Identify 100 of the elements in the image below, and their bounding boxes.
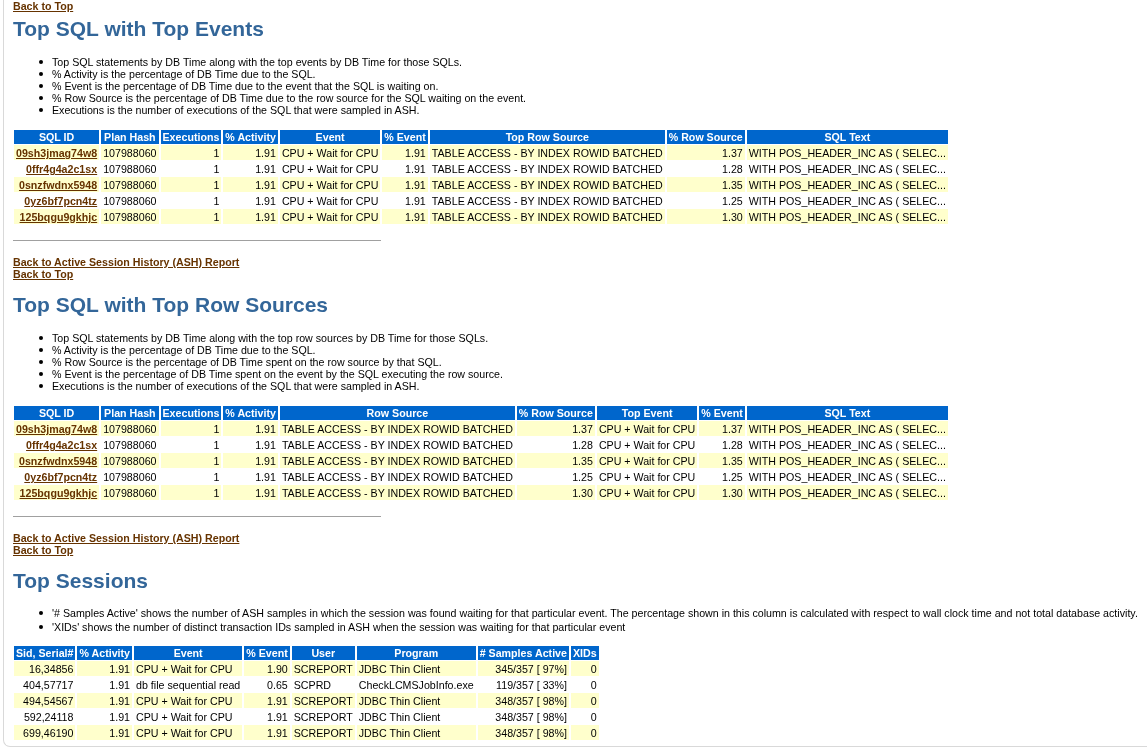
note-text: 'XIDs' shows the number of distinct transaction IDs sampled in ASH when the session was waiting for that particular event xyxy=(52,621,626,633)
section-title: Top SQL with Top Row Sources xyxy=(13,292,328,318)
nav-link[interactable]: Back to Top xyxy=(13,268,74,280)
table-cell: 1.37 xyxy=(666,145,745,160)
bullet-icon xyxy=(39,72,43,76)
column-header: XIDs xyxy=(571,646,599,660)
table-cell: 1.30 xyxy=(699,485,745,500)
bullet-icon xyxy=(39,384,43,388)
table-cell: 1.30 xyxy=(666,209,745,224)
table-cell: 1.91 xyxy=(244,693,290,708)
table-cell: JDBC Thin Client xyxy=(356,725,476,740)
table-cell: TABLE ACCESS - BY INDEX ROWID BATCHED xyxy=(429,177,665,192)
sql-id-link[interactable]: 0ffr4g4a2c1sx xyxy=(26,163,98,175)
column-header: Executions xyxy=(160,130,222,144)
note-text: Executions is the number of executions of the SQL that were sampled in ASH. xyxy=(52,104,420,116)
bullet-icon xyxy=(39,96,43,100)
table-cell: 1.91 xyxy=(382,209,428,224)
table-cell: 0 xyxy=(571,693,599,708)
column-header: % Row Source xyxy=(516,406,595,420)
sql-id-link[interactable]: 09sh3jmag74w8 xyxy=(16,147,98,159)
sql-id-link[interactable]: 0yz6bf7pcn4tz xyxy=(24,195,98,207)
table-cell: 1 xyxy=(160,453,222,468)
table-cell: 1.91 xyxy=(223,421,278,436)
table-cell: TABLE ACCESS - BY INDEX ROWID BATCHED xyxy=(429,209,665,224)
table-cell: 107988060 xyxy=(101,177,159,192)
bullet-icon xyxy=(39,372,43,376)
column-header: Plan Hash xyxy=(101,406,159,420)
sql-id-link[interactable]: 0snzfwdnx5948 xyxy=(18,179,98,191)
column-header: Top Event xyxy=(596,406,698,420)
table-cell: 1.91 xyxy=(223,145,278,160)
nav-link[interactable]: Back to Active Session History (ASH) Report xyxy=(13,532,240,544)
column-header: Sid, Serial# xyxy=(14,646,76,660)
bullet-icon xyxy=(39,84,43,88)
table-cell: SCREPORT xyxy=(291,661,355,676)
sql-id-link[interactable]: 0ffr4g4a2c1sx xyxy=(26,439,98,451)
table-cell: 1 xyxy=(160,485,222,500)
table-cell: 1 xyxy=(160,145,222,160)
note-text: Top SQL statements by DB Time along with the top row sources by DB Time for those SQLs. xyxy=(52,332,489,344)
table-cell: 107988060 xyxy=(101,453,159,468)
table-cell: 16,34856 xyxy=(14,661,76,676)
note-text: % Row Source is the percentage of DB Time spent on the row source by that SQL. xyxy=(52,356,442,368)
nav-link[interactable]: Back to Active Session History (ASH) Report xyxy=(13,256,240,268)
bullet-icon xyxy=(39,625,43,629)
table-cell: WITH POS_HEADER_INC AS ( SELEC... xyxy=(746,421,948,436)
section-title: Top SQL with Top Events xyxy=(13,16,264,42)
column-header: Program xyxy=(356,646,476,660)
table-cell: 699,46190 xyxy=(14,725,76,740)
sql-id-link[interactable]: 0yz6bf7pcn4tz xyxy=(24,471,98,483)
column-header: % Event xyxy=(244,646,290,660)
bullet-icon xyxy=(39,360,43,364)
table-cell: 1.91 xyxy=(382,177,428,192)
table-cell: CPU + Wait for CPU xyxy=(279,209,381,224)
column-header: SQL ID xyxy=(14,130,100,144)
note-text: % Row Source is the percentage of DB Time due to the row source for the SQL waiting on the event. xyxy=(52,92,527,104)
column-header: % Event xyxy=(382,130,428,144)
sql-id-link[interactable]: 125bqgu9gkhjc xyxy=(19,487,98,499)
table-cell: 1.35 xyxy=(666,177,745,192)
column-header: Top Row Source xyxy=(429,130,665,144)
table-cell: TABLE ACCESS - BY INDEX ROWID BATCHED xyxy=(279,485,515,500)
table-cell: WITH POS_HEADER_INC AS ( SELEC... xyxy=(746,453,948,468)
note-text: Executions is the number of executions of the SQL that were sampled in ASH. xyxy=(52,380,420,392)
table-cell: JDBC Thin Client xyxy=(356,661,476,676)
table-cell: 1.91 xyxy=(382,145,428,160)
table-cell: 1.90 xyxy=(244,661,290,676)
table-cell: 0 xyxy=(571,661,599,676)
table-cell: 494,54567 xyxy=(14,693,76,708)
table-cell: 1.37 xyxy=(699,421,745,436)
note-text: % Activity is the percentage of DB Time due to the SQL. xyxy=(52,68,316,80)
table-cell: SCREPORT xyxy=(291,725,355,740)
note-text: '# Samples Active' shows the number of ASH samples in which the session was found waiting for that particular event. The percentage shown in this column is calculated with respect to wall clock time and not total database activity. xyxy=(52,607,1138,619)
table-cell: 1.91 xyxy=(77,693,132,708)
table-cell: 1.35 xyxy=(699,453,745,468)
table-cell: TABLE ACCESS - BY INDEX ROWID BATCHED xyxy=(279,453,515,468)
table-cell: 1.37 xyxy=(516,421,595,436)
column-header: % Activity xyxy=(223,130,278,144)
sql-id-link[interactable]: 09sh3jmag74w8 xyxy=(16,423,98,435)
column-header: Event xyxy=(279,130,381,144)
column-header: % Activity xyxy=(223,406,278,420)
note-text: % Event is the percentage of DB Time spent on the event by the SQL executing the row source. xyxy=(52,368,503,380)
table-cell: CPU + Wait for CPU xyxy=(279,145,381,160)
nav-link[interactable]: Back to Top xyxy=(13,0,74,12)
column-header: % Row Source xyxy=(666,130,745,144)
sql-id-link[interactable]: 0snzfwdnx5948 xyxy=(18,455,98,467)
column-header: % Event xyxy=(699,406,745,420)
bullet-icon xyxy=(39,611,43,615)
table-cell: TABLE ACCESS - BY INDEX ROWID BATCHED xyxy=(429,145,665,160)
table-cell: JDBC Thin Client xyxy=(356,693,476,708)
nav-link[interactable]: Back to Top xyxy=(13,544,74,556)
table-cell: 1.35 xyxy=(516,453,595,468)
table-cell: SCREPORT xyxy=(291,693,355,708)
column-header: # Samples Active xyxy=(477,646,569,660)
table-cell: 348/357 [ 98%] xyxy=(477,693,569,708)
table-cell: CPU + Wait for CPU xyxy=(279,177,381,192)
bullet-icon xyxy=(39,60,43,64)
sql-id-link[interactable]: 125bqgu9gkhjc xyxy=(19,211,98,223)
column-header: Event xyxy=(134,646,243,660)
table-cell: CPU + Wait for CPU xyxy=(134,661,243,676)
table-cell: 1.91 xyxy=(223,209,278,224)
column-header: SQL Text xyxy=(746,130,948,144)
table-cell: CPU + Wait for CPU xyxy=(596,421,698,436)
